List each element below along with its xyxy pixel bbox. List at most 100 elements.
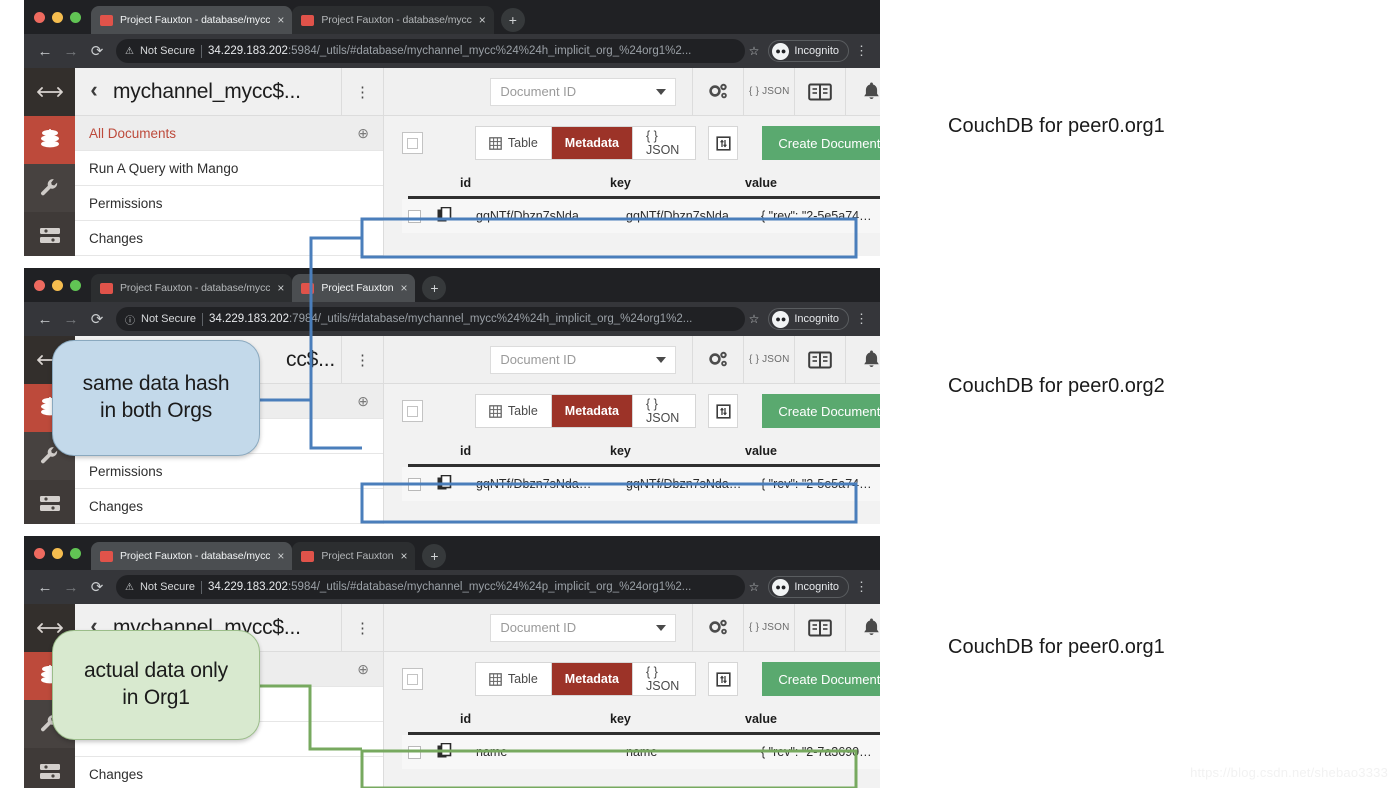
- sidebar-item-setup[interactable]: [24, 212, 75, 256]
- browser-tab[interactable]: Project Fauxton - database/mycc ×: [292, 6, 494, 34]
- minimize-window-button[interactable]: [52, 279, 63, 291]
- gears-icon[interactable]: [692, 603, 743, 652]
- address-bar[interactable]: ⓘ Not Secure 34.229.183.202:7984/_utils/…: [116, 307, 745, 331]
- tab-json[interactable]: { } JSON: [633, 663, 695, 695]
- select-all-checkbox[interactable]: [402, 400, 423, 422]
- bell-icon[interactable]: [845, 67, 880, 116]
- add-document-icon[interactable]: ⊕: [357, 393, 369, 410]
- book-icon[interactable]: [794, 603, 845, 652]
- close-tab-icon[interactable]: ×: [400, 282, 407, 294]
- database-menu-icon[interactable]: ⋮: [341, 67, 383, 116]
- sidebar-item-setup[interactable]: [24, 748, 75, 788]
- sidebar-item-changes[interactable]: Changes: [75, 489, 383, 524]
- tab-metadata[interactable]: Metadata: [551, 395, 633, 427]
- browser-tab[interactable]: Project Fauxton - database/mycc ×: [91, 542, 293, 570]
- close-tab-icon[interactable]: ×: [400, 550, 407, 562]
- sidebar-item-changes[interactable]: Changes: [75, 757, 383, 788]
- bookmark-star-icon[interactable]: ☆: [745, 312, 764, 326]
- maximize-window-button[interactable]: [70, 547, 81, 559]
- close-tab-icon[interactable]: ×: [277, 282, 284, 294]
- bookmark-star-icon[interactable]: ☆: [745, 44, 764, 58]
- bell-icon[interactable]: [845, 603, 880, 652]
- sidebar-item-configuration[interactable]: [24, 164, 75, 212]
- sidebar-item-permissions[interactable]: Permissions: [75, 454, 383, 489]
- add-document-icon[interactable]: ⊕: [357, 125, 369, 142]
- browser-menu-icon[interactable]: ⋮: [849, 43, 872, 59]
- maximize-window-button[interactable]: [70, 279, 81, 291]
- close-window-button[interactable]: [34, 11, 45, 23]
- back-button[interactable]: ←: [32, 579, 58, 596]
- minimize-window-button[interactable]: [52, 547, 63, 559]
- table-row[interactable]: name name { "rev": "2-7a3690…: [402, 735, 880, 769]
- browser-tab[interactable]: Project Fauxton ×: [292, 274, 416, 302]
- document-id-select[interactable]: Document ID: [490, 77, 677, 106]
- copy-icon[interactable]: [437, 206, 452, 226]
- tab-metadata[interactable]: Metadata: [551, 127, 633, 159]
- back-button[interactable]: ←: [32, 43, 58, 60]
- close-window-button[interactable]: [34, 279, 45, 291]
- row-checkbox[interactable]: [408, 745, 421, 759]
- close-tab-icon[interactable]: ×: [277, 550, 284, 562]
- close-window-button[interactable]: [34, 547, 45, 559]
- collapse-icon[interactable]: [708, 126, 739, 160]
- add-document-icon[interactable]: ⊕: [357, 661, 369, 678]
- browser-tab[interactable]: Project Fauxton - database/mycc ×: [91, 274, 293, 302]
- forward-button[interactable]: →: [58, 311, 84, 328]
- browser-tab[interactable]: Project Fauxton - database/mycc ×: [91, 6, 293, 34]
- tab-json[interactable]: { } JSON: [633, 127, 695, 159]
- sidebar-item-changes[interactable]: Changes: [75, 221, 383, 256]
- forward-button[interactable]: →: [58, 43, 84, 60]
- new-tab-button[interactable]: +: [422, 276, 447, 300]
- table-row[interactable]: gqNTf/Dbzn7sNda… gqNTf/Dbzn7sNda… { "rev…: [402, 199, 880, 233]
- sidebar-item-databases[interactable]: [24, 116, 75, 164]
- book-icon[interactable]: [794, 335, 845, 384]
- json-view-button[interactable]: { } JSON: [743, 335, 794, 384]
- reload-button[interactable]: ⟳: [84, 310, 110, 328]
- json-view-button[interactable]: { } JSON: [743, 603, 794, 652]
- collapse-icon[interactable]: [708, 394, 739, 428]
- database-menu-icon[interactable]: ⋮: [341, 335, 383, 384]
- browser-menu-icon[interactable]: ⋮: [849, 579, 872, 595]
- document-id-select[interactable]: Document ID: [490, 345, 677, 374]
- document-id-select[interactable]: Document ID: [490, 613, 677, 642]
- new-tab-button[interactable]: +: [422, 544, 447, 568]
- incognito-badge[interactable]: ●● Incognito: [768, 40, 849, 62]
- gears-icon[interactable]: [692, 335, 743, 384]
- table-row[interactable]: gqNTf/Dbzn7sNda… gqNTf/Dbzn7sNda… { "rev…: [402, 467, 880, 501]
- close-tab-icon[interactable]: ×: [277, 14, 284, 26]
- sidebar-item-all-documents[interactable]: All Documents ⊕: [75, 116, 383, 151]
- sidebar-item-permissions[interactable]: Permissions: [75, 186, 383, 221]
- sidebar-item-setup[interactable]: [24, 480, 75, 524]
- address-bar[interactable]: ⚠ Not Secure 34.229.183.202:5984/_utils/…: [116, 575, 745, 599]
- forward-button[interactable]: →: [58, 579, 84, 596]
- create-document-button[interactable]: Create Document: [762, 126, 880, 160]
- browser-menu-icon[interactable]: ⋮: [849, 311, 872, 327]
- tab-table[interactable]: Table: [476, 395, 552, 427]
- incognito-badge[interactable]: ●● Incognito: [768, 308, 849, 330]
- gears-icon[interactable]: [692, 67, 743, 116]
- database-menu-icon[interactable]: ⋮: [341, 603, 383, 652]
- address-bar[interactable]: ⚠ Not Secure 34.229.183.202:5984/_utils/…: [116, 39, 745, 63]
- select-all-checkbox[interactable]: [402, 668, 423, 690]
- tab-json[interactable]: { } JSON: [633, 395, 695, 427]
- row-checkbox[interactable]: [408, 477, 421, 491]
- back-button[interactable]: ←: [32, 311, 58, 328]
- reload-button[interactable]: ⟳: [84, 578, 110, 596]
- maximize-window-button[interactable]: [70, 11, 81, 23]
- close-tab-icon[interactable]: ×: [479, 14, 486, 26]
- minimize-window-button[interactable]: [52, 11, 63, 23]
- create-document-button[interactable]: Create Document: [762, 662, 880, 696]
- tab-metadata[interactable]: Metadata: [551, 663, 633, 695]
- browser-tab[interactable]: Project Fauxton ×: [292, 542, 416, 570]
- json-view-button[interactable]: { } JSON: [743, 67, 794, 116]
- bell-icon[interactable]: [845, 335, 880, 384]
- tab-table[interactable]: Table: [476, 663, 552, 695]
- book-icon[interactable]: [794, 67, 845, 116]
- reload-button[interactable]: ⟳: [84, 42, 110, 60]
- bookmark-star-icon[interactable]: ☆: [745, 580, 764, 594]
- incognito-badge[interactable]: ●● Incognito: [768, 576, 849, 598]
- new-tab-button[interactable]: +: [500, 8, 525, 32]
- collapse-icon[interactable]: [708, 662, 739, 696]
- tab-table[interactable]: Table: [476, 127, 552, 159]
- resize-icon[interactable]: [24, 68, 75, 116]
